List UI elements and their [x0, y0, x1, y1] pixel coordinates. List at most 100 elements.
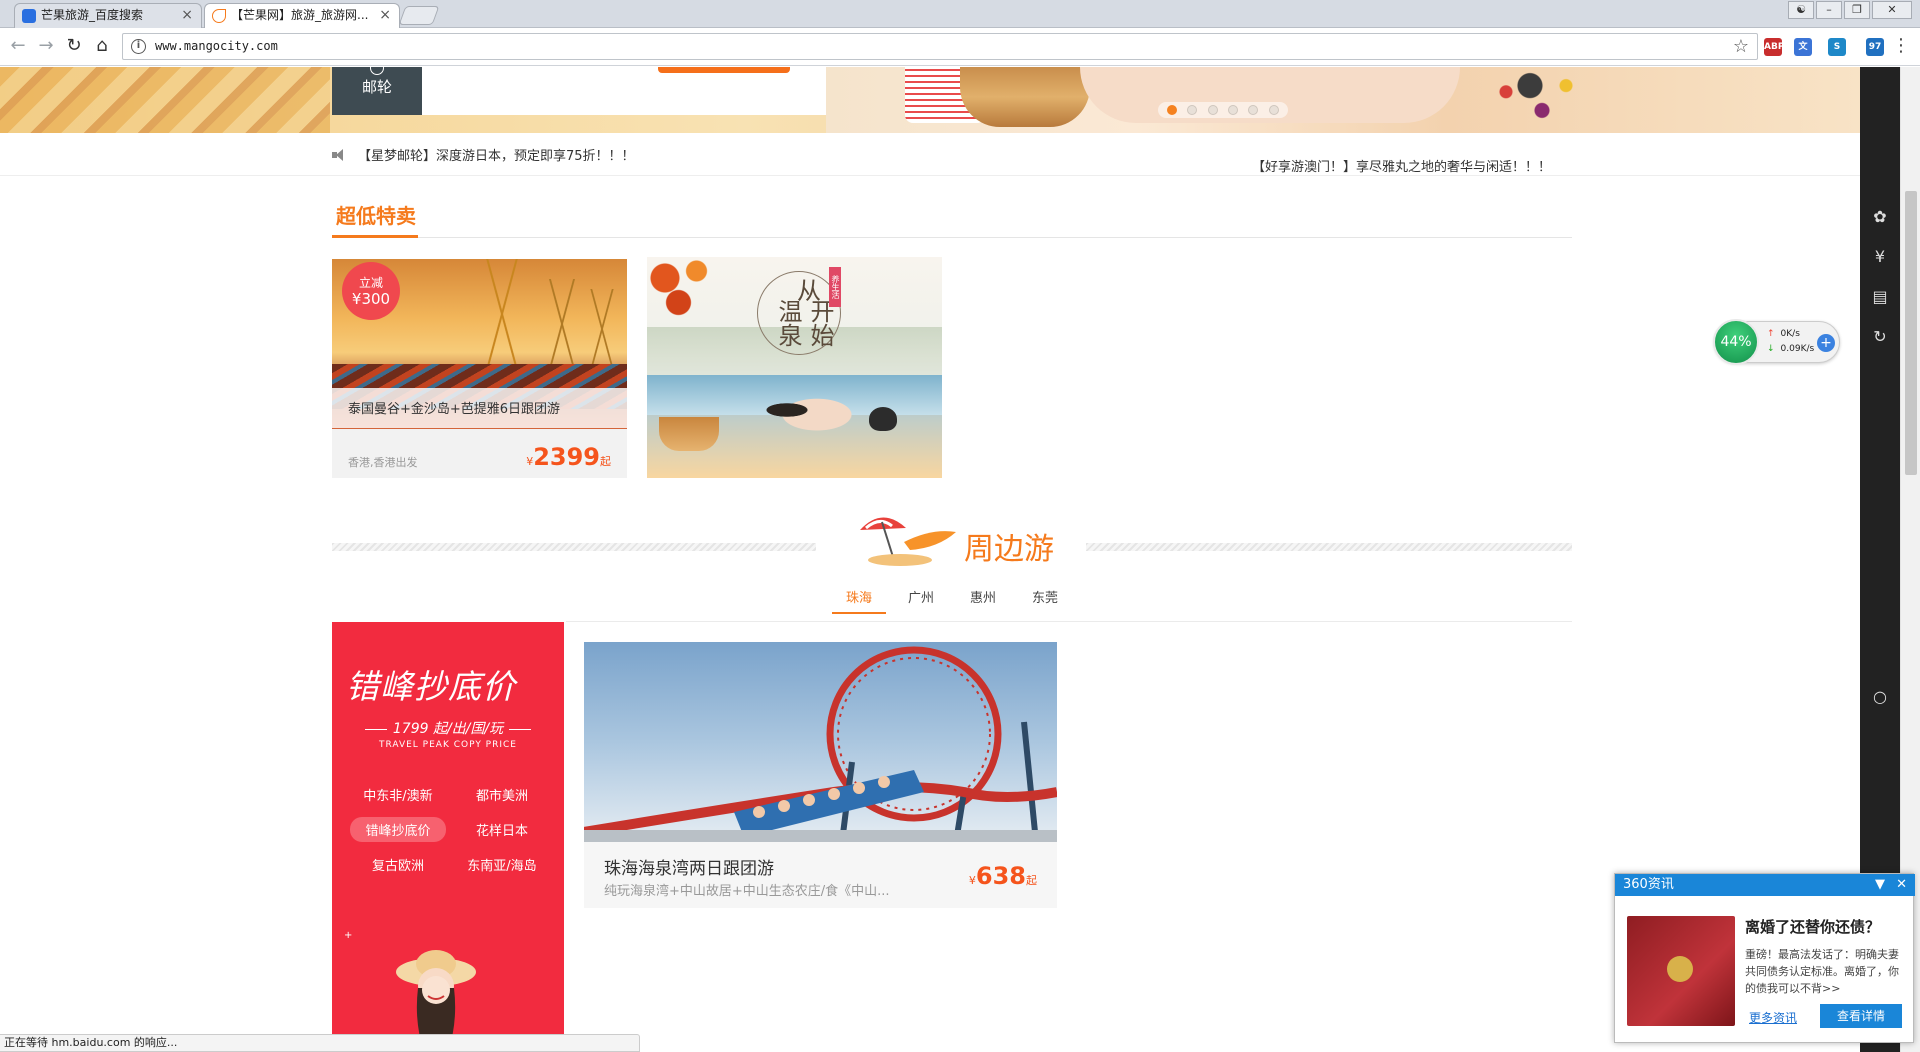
promo-subheadline: 1799 起/出/国/玩	[332, 718, 564, 738]
status-bar: 正在等待 hm.baidu.com 的响应...	[0, 1034, 640, 1052]
autumn-leaves	[647, 257, 737, 327]
city-tabs: 珠海 广州 惠州 东莞	[832, 587, 1080, 614]
abp-icon[interactable]: ABP	[1764, 38, 1784, 56]
carousel-dot[interactable]	[1268, 105, 1279, 115]
promo-panel[interactable]: 错峰抄底价 1799 起/出/国/玩 TRAVEL PEAK COPY PRIC…	[332, 622, 564, 1052]
speaker-icon	[332, 149, 348, 161]
tab-close-icon[interactable]: ×	[181, 4, 193, 27]
tab-mangocity[interactable]: 【芒果网】旅游_旅游网... ×	[204, 3, 400, 28]
carousel-dot[interactable]	[1187, 105, 1198, 115]
roller-coaster-image	[584, 642, 1057, 842]
city-tab[interactable]: 珠海	[832, 587, 887, 614]
news-popup: 360资讯 ▼ ✕ 离婚了还替你还债？ 重磅！最高法发话了：明确夫妻共同债务认定…	[1614, 873, 1915, 1043]
close-window-icon[interactable]: ✕	[1872, 1, 1912, 19]
new-tab-button[interactable]	[398, 6, 440, 25]
circle-icon[interactable]: ○	[1870, 687, 1890, 707]
restore-icon[interactable]: ❐	[1844, 1, 1870, 19]
speed-plus-icon[interactable]: +	[1817, 334, 1835, 352]
bathing-woman	[757, 387, 857, 433]
wooden-tub	[659, 417, 719, 451]
translate-icon[interactable]: 文	[1794, 38, 1812, 56]
browser-menu-icon[interactable]: ⋮	[1892, 34, 1910, 58]
product-name[interactable]: 珠海海泉湾两日跟团游	[604, 854, 774, 879]
tab-baidu-search[interactable]: 芒果旅游_百度搜索 ×	[14, 3, 202, 28]
promo-english: TRAVEL PEAK COPY PRICE	[379, 740, 517, 750]
tab-bar: 芒果旅游_百度搜索 × 【芒果网】旅游_旅游网... × ☯ – ❐ ✕	[0, 0, 1920, 28]
promo-menu-item[interactable]: 错峰抄底价	[350, 817, 446, 842]
city-tab[interactable]: 惠州	[956, 587, 1010, 614]
chevron-down-icon[interactable]: ▼	[1875, 874, 1885, 896]
upload-speed: ↑ 0K/s	[1767, 329, 1800, 339]
hero-banner[interactable]: 邮轮	[0, 67, 1860, 133]
memory-percent-ball[interactable]: 44%	[1713, 319, 1759, 365]
teapot	[869, 407, 897, 431]
tab-close-icon[interactable]: ×	[379, 4, 391, 27]
departure-city: 香港,香港出发	[348, 456, 418, 469]
city-tab[interactable]: 东莞	[1018, 587, 1072, 614]
carousel-dot[interactable]	[1167, 105, 1178, 115]
reload-icon[interactable]: ↻	[62, 35, 86, 59]
search-button[interactable]	[658, 67, 790, 73]
arrow-down-icon: ↓	[1767, 344, 1775, 354]
notice-primary[interactable]: 【星梦邮轮】深度游日本，预定即享75折！！！	[332, 147, 635, 167]
close-icon[interactable]: ✕	[1896, 874, 1907, 896]
network-speed-widget[interactable]: 44% ↑ 0K/s ↓ 0.09K/s +	[1713, 319, 1840, 365]
promo-menu: 中东非/澳新 都市美洲 错峰抄底价 花样日本 复古欧洲 东南亚/海岛	[350, 782, 550, 877]
history-icon[interactable]: ↻	[1870, 327, 1890, 347]
more-news-link[interactable]: 更多资讯	[1749, 1009, 1797, 1026]
promo-menu-item[interactable]: 花样日本	[454, 817, 550, 842]
tab-title: 芒果旅游_百度搜索	[41, 8, 144, 22]
news-title[interactable]: 离婚了还替你还债？	[1745, 916, 1880, 937]
deal-card-hotspring[interactable]: 从 温泉 开始 养生活	[647, 257, 942, 478]
deal-price: ¥2399起	[526, 443, 611, 471]
document-icon[interactable]: ▤	[1870, 287, 1890, 307]
news-popup-header: 360资讯 ▼ ✕	[1615, 874, 1915, 896]
yen-icon[interactable]: ¥	[1870, 247, 1890, 267]
notification-icon[interactable]: 97	[1866, 38, 1884, 56]
mango-leaf-icon[interactable]: ✿	[1870, 207, 1890, 227]
banner-decoration	[0, 67, 330, 133]
forward-icon[interactable]: →	[34, 35, 58, 59]
tab-title: 【芒果网】旅游_旅游网...	[231, 8, 369, 22]
home-icon[interactable]: ⌂	[90, 35, 114, 59]
user-icon[interactable]: ☯	[1788, 1, 1814, 19]
divider	[0, 175, 1860, 176]
city-tab[interactable]: 广州	[894, 587, 948, 614]
section-band	[332, 543, 816, 551]
category-cruise[interactable]: 邮轮	[332, 67, 422, 115]
section-title-nearby: 周边游	[964, 532, 1054, 567]
section-title-special: 超低特卖	[336, 204, 416, 228]
info-icon[interactable]: i	[131, 39, 146, 54]
minimize-icon[interactable]: –	[1816, 1, 1842, 19]
baidu-paw-icon	[22, 9, 36, 23]
download-speed: ↓ 0.09K/s	[1767, 344, 1815, 354]
promo-headline: 错峰抄底价	[346, 667, 516, 706]
promo-menu-item[interactable]: 复古欧洲	[350, 852, 446, 877]
deal-card-thailand[interactable]: 立减 ¥300 泰国曼谷+金沙岛+芭提雅6日跟团游 香港,香港出发 ¥2399起	[332, 259, 627, 478]
promo-menu-item[interactable]: 东南亚/海岛	[454, 852, 550, 877]
news-body[interactable]: 重磅！最高法发话了：明确夫妻共同债务认定标准。离婚了，你的债我可以不背>>	[1745, 946, 1905, 997]
carousel-dot[interactable]	[1248, 105, 1259, 115]
view-detail-button[interactable]: 查看详情	[1820, 1004, 1902, 1028]
browser-toolbar: ← → ↻ ⌂ i www.mangocity.com ☆ ABP 文 S 97…	[0, 28, 1920, 66]
carousel-dot[interactable]	[1228, 105, 1239, 115]
address-bar[interactable]: i www.mangocity.com ☆	[122, 33, 1758, 60]
search-panel	[422, 67, 826, 115]
scrollbar-thumb[interactable]	[1905, 191, 1917, 475]
promo-menu-item[interactable]: 中东非/澳新	[350, 782, 446, 807]
window-controls: ☯ – ❐ ✕	[1788, 1, 1912, 19]
promo-menu-item[interactable]: 都市美洲	[454, 782, 550, 807]
bookmark-star-icon[interactable]: ☆	[1733, 36, 1749, 57]
back-icon[interactable]: ←	[6, 35, 30, 59]
news-thumbnail[interactable]	[1627, 916, 1735, 1026]
url-text[interactable]: www.mangocity.com	[155, 34, 278, 59]
divider	[566, 621, 1572, 622]
carousel-dot[interactable]	[1207, 105, 1218, 115]
beach-umbrella-icon	[860, 517, 956, 566]
deal-caption: 泰国曼谷+金沙岛+芭提雅6日跟团游	[332, 388, 627, 428]
mango-leaf-icon	[212, 9, 226, 23]
product-card-zhuhai[interactable]: 珠海海泉湾两日跟团游 纯玩海泉湾+中山故居+中山生态农庄/食《中山... ¥63…	[584, 642, 1057, 908]
section-band	[1086, 543, 1572, 551]
s-extension-icon[interactable]: S	[1828, 38, 1846, 56]
banner-bucket	[960, 67, 1090, 127]
